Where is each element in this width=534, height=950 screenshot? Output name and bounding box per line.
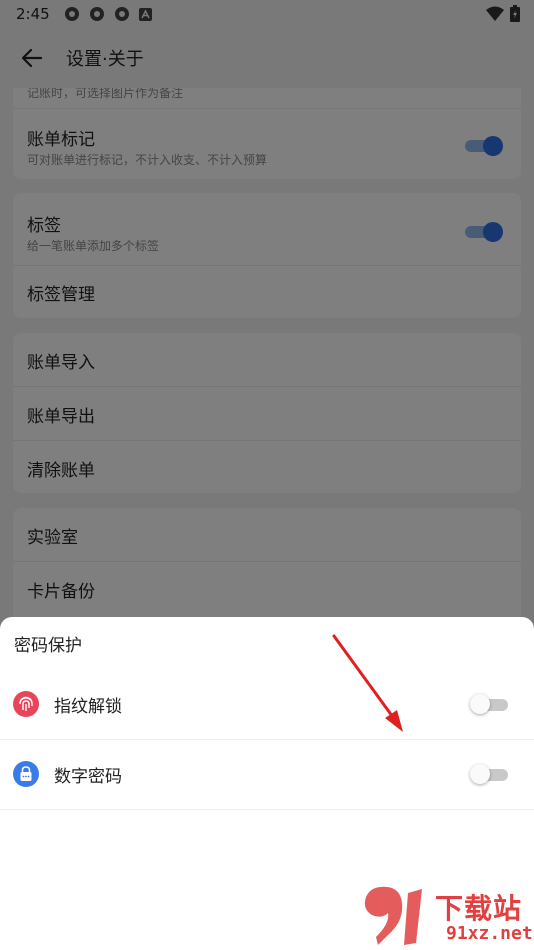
fingerprint-unlock-row[interactable]: 指纹解锁 [0, 669, 534, 740]
sheet-title: 密码保护 [14, 636, 82, 656]
watermark-logo-icon [364, 886, 422, 945]
watermark-domain: 91xz.net [446, 923, 533, 944]
watermark: 下载站 91xz.net [360, 885, 534, 950]
pin-toggle[interactable] [470, 764, 510, 785]
annotation-arrow-icon [332, 634, 403, 732]
fingerprint-label: 指纹解锁 [54, 697, 122, 717]
pin-label: 数字密码 [54, 767, 122, 787]
fingerprint-icon [13, 691, 39, 717]
pin-password-row[interactable]: 数字密码 [0, 739, 534, 810]
lock-icon [13, 761, 39, 787]
watermark-text: 下载站 [435, 892, 523, 925]
fingerprint-toggle[interactable] [470, 694, 510, 715]
